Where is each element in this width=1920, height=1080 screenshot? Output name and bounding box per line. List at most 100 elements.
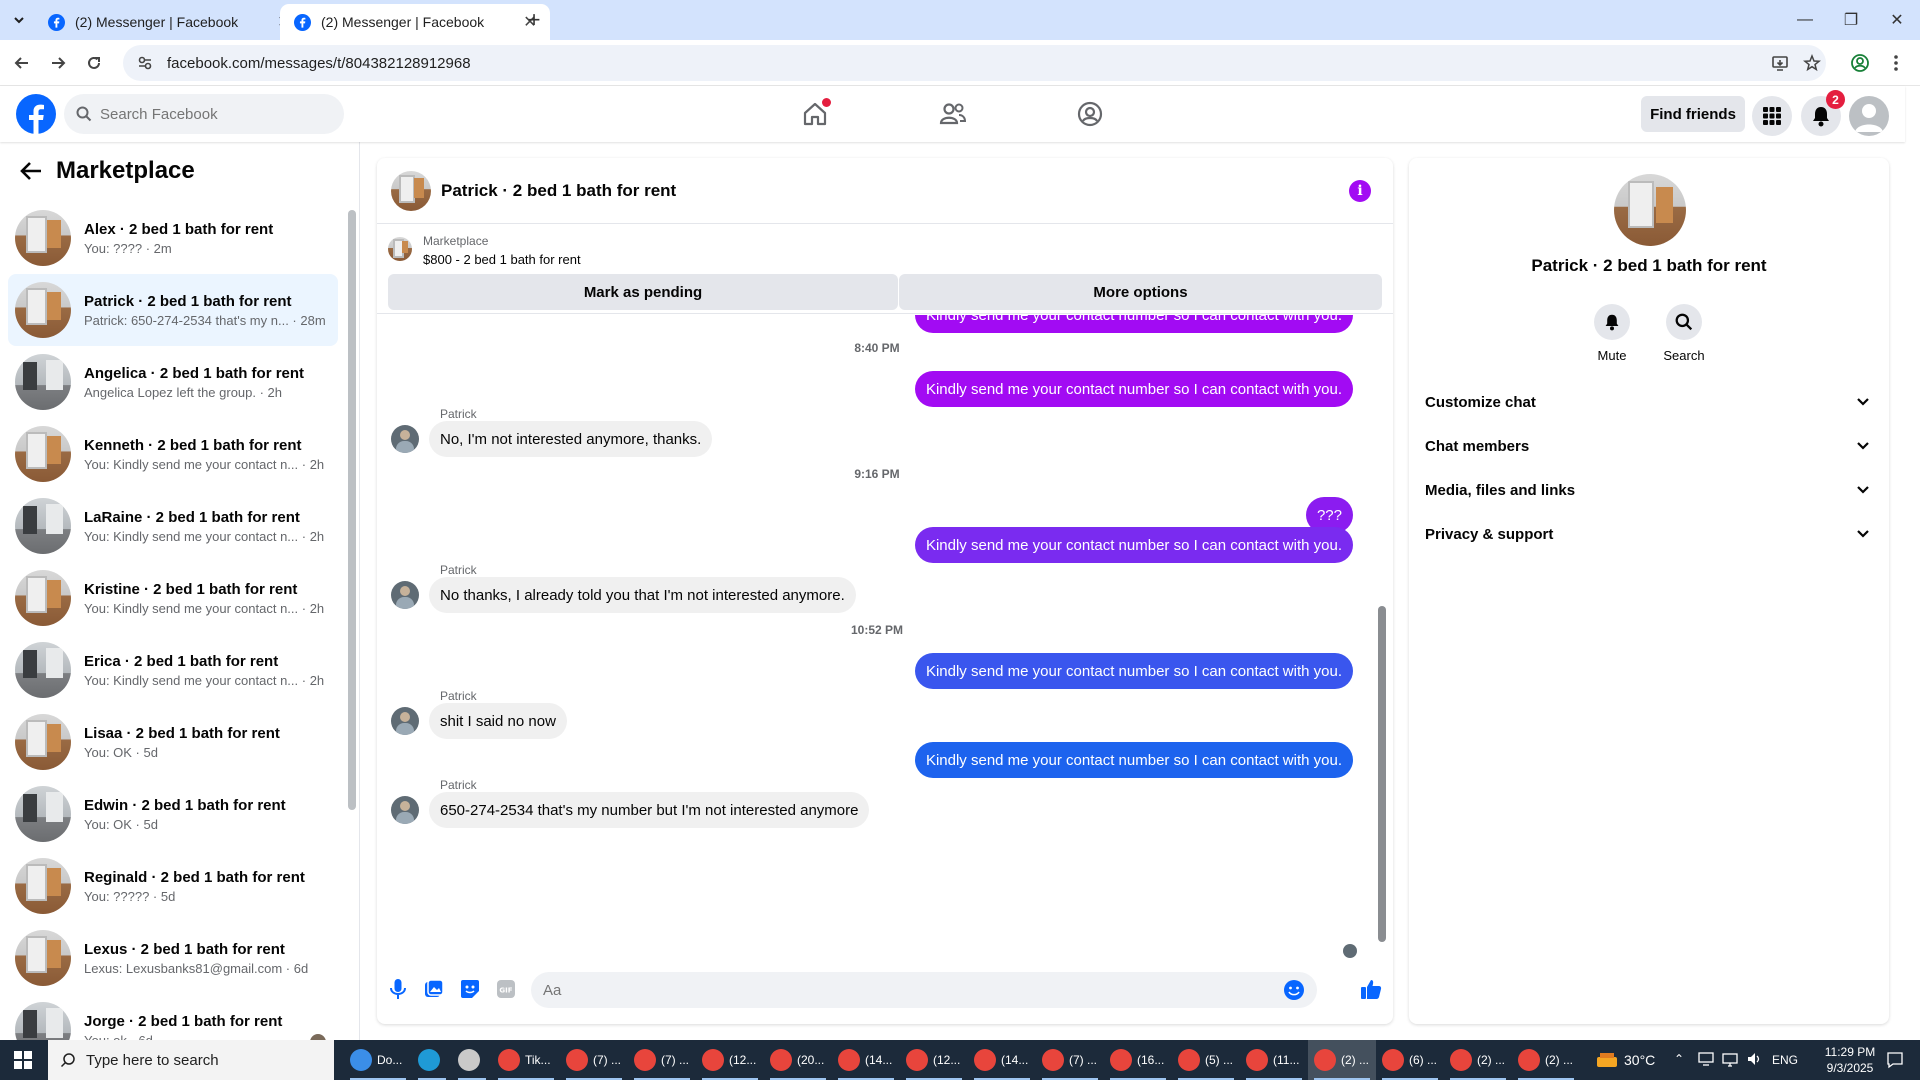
taskbar-app[interactable]: (7) ... (1036, 1040, 1104, 1080)
tray-chevron-icon[interactable]: ⌃ (1674, 1052, 1684, 1066)
message-input[interactable] (543, 981, 1243, 999)
outgoing-message[interactable]: Kindly send me your contact number so I … (914, 315, 1353, 333)
sidebar-scroll-thumb[interactable] (348, 210, 356, 810)
address-bar[interactable]: facebook.com/messages/t/804382128912968 (123, 45, 1826, 81)
browser-tab-1[interactable]: (2) Messenger | Facebook ✕ (34, 4, 304, 40)
taskbar-app[interactable]: Do... (344, 1040, 412, 1080)
outgoing-message[interactable]: Kindly send me your contact number so I … (914, 371, 1353, 407)
taskbar-app[interactable]: (6) ... (1376, 1040, 1444, 1080)
incoming-message[interactable]: No, I'm not interested anymore, thanks. (429, 421, 713, 457)
reload-icon[interactable] (80, 49, 108, 77)
taskbar-app[interactable]: (12... (900, 1040, 968, 1080)
taskbar-app[interactable]: (2) ... (1512, 1040, 1580, 1080)
conversation-item[interactable]: Erica · 2 bed 1 bath for rent You: Kindly… (8, 634, 338, 706)
home-nav[interactable] (760, 94, 870, 134)
chat-avatar[interactable] (391, 170, 431, 211)
account-avatar[interactable] (1849, 96, 1889, 136)
install-app-icon[interactable] (1768, 51, 1792, 75)
conversation-item[interactable]: Edwin · 2 bed 1 bath for rent You: OK · 5… (8, 778, 338, 850)
notification-center-icon[interactable] (1886, 1051, 1904, 1069)
bookmark-star-icon[interactable] (1800, 51, 1824, 75)
mute-action[interactable]: Mute (1582, 304, 1642, 363)
facebook-logo-icon[interactable] (16, 94, 56, 134)
conversation-item[interactable]: Jorge · 2 bed 1 bath for rent You: ok · 6… (8, 994, 338, 1040)
sticker-button[interactable] (457, 976, 483, 1002)
taskbar-app[interactable]: (2) ... (1308, 1040, 1376, 1080)
search-input[interactable] (100, 105, 320, 123)
listing-title[interactable]: $800 - 2 bed 1 bath for rent (423, 252, 581, 267)
conversation-item[interactable]: Lexus · 2 bed 1 bath for rent Lexus: Lexu… (8, 922, 338, 994)
close-window-icon[interactable]: ✕ (1874, 6, 1920, 34)
clock[interactable]: 11:29 PM 9/3/2025 (1818, 1044, 1882, 1076)
groups-nav[interactable] (1035, 94, 1145, 134)
display-icon[interactable] (1698, 1051, 1714, 1067)
browser-tab-2[interactable]: (2) Messenger | Facebook ✕ (280, 4, 550, 40)
taskbar-app[interactable]: (14... (968, 1040, 1036, 1080)
tab-search-button[interactable] (6, 8, 32, 32)
outgoing-message[interactable]: Kindly send me your contact number so I … (914, 653, 1353, 689)
gif-button[interactable]: GIF (493, 976, 519, 1002)
new-tab-button[interactable]: + (520, 7, 548, 32)
language-indicator[interactable]: ENG (1772, 1040, 1798, 1080)
outgoing-message[interactable]: Kindly send me your contact number so I … (914, 742, 1353, 778)
profile-icon[interactable] (1848, 51, 1872, 75)
taskbar-app[interactable]: (12... (696, 1040, 764, 1080)
site-info-icon[interactable] (137, 55, 153, 71)
taskbar-app[interactable] (452, 1040, 492, 1080)
conversation-item[interactable]: Reginald · 2 bed 1 bath for rent You: ???… (8, 850, 338, 922)
menu-button[interactable] (1752, 96, 1792, 136)
find-friends-button[interactable]: Find friends (1641, 96, 1745, 132)
sender-avatar[interactable] (391, 707, 419, 735)
message-scroll-thumb[interactable] (1378, 606, 1386, 942)
forward-icon[interactable] (44, 49, 72, 77)
taskbar-app[interactable]: (2) ... (1444, 1040, 1512, 1080)
conversation-item[interactable]: Patrick · 2 bed 1 bath for rent Patrick: … (8, 274, 338, 346)
network-icon[interactable] (1722, 1051, 1738, 1067)
menu-dots-icon[interactable] (1884, 51, 1908, 75)
restore-icon[interactable]: ❐ (1828, 6, 1874, 34)
emoji-icon[interactable] (1283, 979, 1305, 1001)
friends-nav[interactable] (898, 94, 1008, 134)
chat-members-section[interactable]: Chat members (1425, 424, 1873, 468)
start-button[interactable] (0, 1040, 46, 1080)
privacy-support-section[interactable]: Privacy & support (1425, 512, 1873, 556)
taskbar-app[interactable]: (14... (832, 1040, 900, 1080)
taskbar-app[interactable]: Tik... (492, 1040, 560, 1080)
taskbar-app[interactable]: (7) ... (560, 1040, 628, 1080)
conversation-item[interactable]: Kenneth · 2 bed 1 bath for rent You: Kind… (8, 418, 338, 490)
incoming-message[interactable]: No thanks, I already told you that I'm n… (429, 577, 856, 613)
taskbar-app[interactable]: (16... (1104, 1040, 1172, 1080)
media-files-links-section[interactable]: Media, files and links (1425, 468, 1873, 512)
taskbar-app[interactable]: (7) ... (628, 1040, 696, 1080)
back-icon[interactable] (8, 49, 36, 77)
sender-avatar[interactable] (391, 425, 419, 453)
conversation-item[interactable]: Angelica · 2 bed 1 bath for rent Angelica… (8, 346, 338, 418)
like-button[interactable] (1358, 976, 1384, 1002)
taskbar-app[interactable]: (11... (1240, 1040, 1308, 1080)
conversation-item[interactable]: LaRaine · 2 bed 1 bath for rent You: Kind… (8, 490, 338, 562)
taskbar-app[interactable]: (20... (764, 1040, 832, 1080)
taskbar-app[interactable]: (5) ... (1172, 1040, 1240, 1080)
sender-avatar[interactable] (391, 796, 419, 824)
search-action[interactable]: Search (1654, 304, 1714, 363)
more-options-button[interactable]: More options (899, 274, 1382, 310)
minimize-icon[interactable]: — (1782, 6, 1828, 34)
conversation-item[interactable]: Lisaa · 2 bed 1 bath for rent You: OK · 5… (8, 706, 338, 778)
weather-widget[interactable]: 30°C (1596, 1040, 1655, 1080)
outgoing-message[interactable]: Kindly send me your contact number so I … (914, 527, 1353, 563)
page-scrollbar[interactable] (1905, 86, 1920, 1040)
taskbar-app[interactable] (412, 1040, 452, 1080)
chat-title[interactable]: Patrick · 2 bed 1 bath for rent (441, 181, 676, 201)
info-icon[interactable]: i (1349, 180, 1371, 202)
conversation-item[interactable]: Alex · 2 bed 1 bath for rent You: ???? · … (8, 202, 338, 274)
conversation-item[interactable]: Kristine · 2 bed 1 bath for rent You: Kin… (8, 562, 338, 634)
listing-thumbnail[interactable] (388, 237, 412, 261)
facebook-search-box[interactable] (64, 94, 344, 134)
attach-media-button[interactable] (421, 976, 447, 1002)
back-button[interactable] (16, 156, 46, 186)
conversation-avatar[interactable] (1614, 174, 1686, 246)
voice-clip-button[interactable] (385, 976, 411, 1002)
message-input-box[interactable] (531, 972, 1317, 1008)
mark-as-pending-button[interactable]: Mark as pending (388, 274, 898, 310)
volume-icon[interactable] (1746, 1051, 1762, 1067)
